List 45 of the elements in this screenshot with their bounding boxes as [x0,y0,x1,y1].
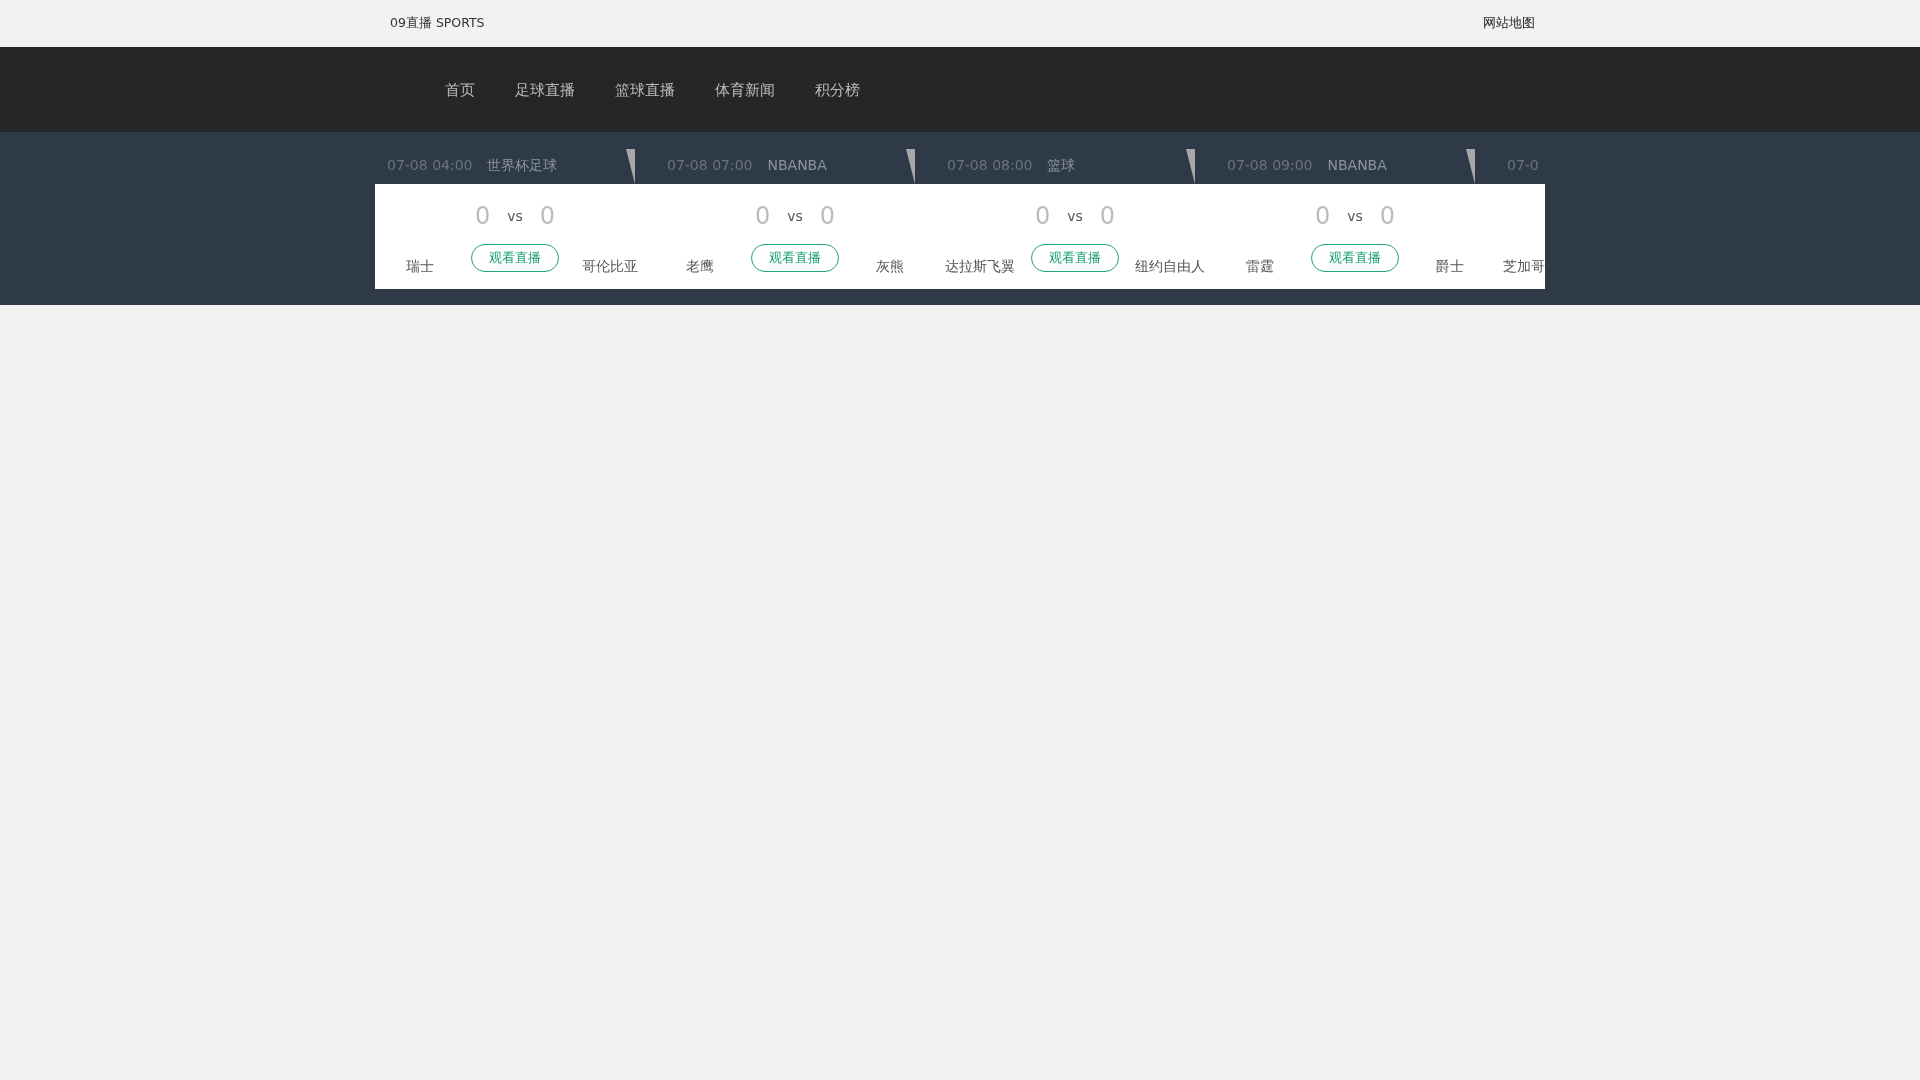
match-time: 07-08 09:00 [1227,155,1313,175]
match-time: 07-0 [1507,155,1539,175]
score: 0 [1379,201,1396,231]
wedge-icon [906,149,915,184]
watch-live-button[interactable]: 观看直播 [471,244,559,272]
score: 0 [819,201,836,231]
watch-live-button[interactable]: 观看直播 [751,244,839,272]
team-name: 纽约自由人 [1134,257,1206,276]
league-name: NBANBA [767,155,827,175]
league-name: 世界杯足球 [487,155,558,175]
nav-link[interactable]: 积分榜 [795,78,880,101]
team-name: 哥伦比亚 [581,257,639,276]
league-name: 篮球 [1047,155,1076,175]
vs-label: vs [507,207,523,226]
team-name: 雷霆 [1245,257,1275,276]
vs-label: vs [787,207,803,226]
score: 0 [754,201,771,231]
match-time: 07-08 08:00 [947,155,1033,175]
wedge-icon [626,149,635,184]
wedge-icon [1186,149,1195,184]
score: 0 [1099,201,1116,231]
site-title: 09直播 SPORTS [390,14,485,33]
team-name: 芝加哥 [1502,257,1545,276]
nav-link[interactable]: 首页 [425,78,495,101]
team-name: 老鹰 [685,257,715,276]
team-name: 瑞士 [405,257,435,276]
vs-label: vs [1067,207,1083,226]
sitemap-link[interactable]: 网站地图 [1483,14,1535,33]
vs-label: vs [1347,207,1363,226]
league-name: NBANBA [1327,155,1387,175]
score: 0 [1034,201,1051,231]
nav-link[interactable]: 体育新闻 [695,78,795,101]
nav-link[interactable]: 篮球直播 [595,78,695,101]
score: 0 [474,201,491,231]
score: 0 [1314,201,1331,231]
match-time: 07-08 04:00 [387,155,473,175]
watch-live-button[interactable]: 观看直播 [1311,244,1399,272]
match-time: 07-08 07:00 [667,155,753,175]
wedge-icon [1466,149,1475,184]
watch-live-button[interactable]: 观看直播 [1031,244,1119,272]
team-name: 灰熊 [875,257,905,276]
team-name: 爵士 [1435,257,1465,276]
nav-link[interactable]: 足球直播 [495,78,595,101]
team-name: 达拉斯飞翼 [944,257,1016,276]
score: 0 [539,201,556,231]
